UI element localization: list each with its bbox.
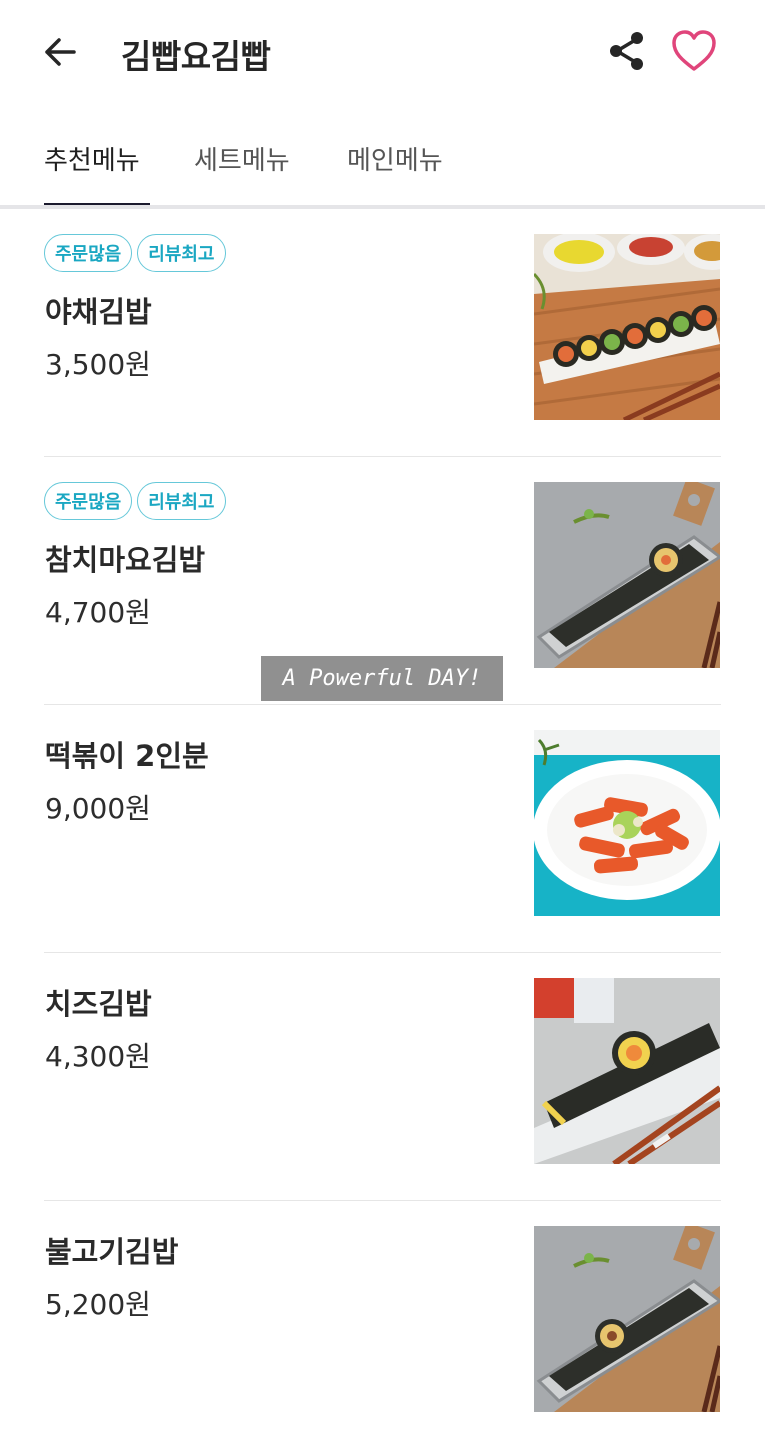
menu-item-price: 5,200원 — [45, 1288, 151, 1321]
badge-popular: 주문많음 — [44, 234, 133, 272]
back-button[interactable] — [38, 32, 82, 76]
badge-group: 주문많음 리뷰최고 — [44, 234, 226, 272]
arrow-left-icon — [43, 37, 77, 71]
menu-item-bulgogi-kimbap[interactable]: 불고기김밥 5,200원 — [0, 1201, 765, 1449]
tuna-mayo-kimbap-photo — [534, 482, 720, 668]
menu-item-name: 야채김밥 — [45, 295, 152, 329]
share-button[interactable] — [604, 30, 650, 76]
tteokbokki-photo — [534, 730, 720, 916]
heart-outline-icon — [670, 29, 718, 77]
watermark-label: A Powerful DAY! — [261, 656, 503, 701]
menu-item-price: 9,000원 — [45, 792, 151, 825]
menu-item-price: 4,700원 — [45, 596, 151, 629]
menu-item-name: 참치마요김밥 — [45, 543, 206, 577]
menu-tabs: 추천메뉴 세트메뉴 메인메뉴 — [0, 115, 765, 210]
tab-recommended[interactable]: 추천메뉴 — [44, 140, 140, 177]
tab-set-menu[interactable]: 세트메뉴 — [194, 140, 290, 177]
menu-item-name: 치즈김밥 — [45, 987, 152, 1021]
badge-popular: 주문많음 — [44, 482, 133, 520]
menu-item-tteokbokki[interactable]: 떡볶이 2인분 9,000원 — [0, 705, 765, 953]
cheese-kimbap-photo — [534, 978, 720, 1164]
page-title: 김빱요김빱 — [121, 37, 271, 76]
vegetable-kimbap-photo — [534, 234, 720, 420]
menu-item-vegetable-kimbap[interactable]: 주문많음 리뷰최고 야채김밥 3,500원 — [0, 209, 765, 457]
menu-item-name: 떡볶이 2인분 — [45, 739, 209, 773]
share-icon — [608, 31, 646, 75]
badge-group: 주문많음 리뷰최고 — [44, 482, 226, 520]
menu-item-name: 불고기김밥 — [45, 1235, 179, 1269]
favorite-button[interactable] — [668, 28, 720, 78]
menu-item-cheese-kimbap[interactable]: 치즈김밥 4,300원 — [0, 953, 765, 1201]
menu-item-price: 4,300원 — [45, 1040, 151, 1073]
tab-main-menu[interactable]: 메인메뉴 — [347, 140, 443, 177]
app-header: 김빱요김빱 — [0, 0, 765, 105]
badge-best-review: 리뷰최고 — [137, 234, 226, 272]
bulgogi-kimbap-photo — [534, 1226, 720, 1412]
menu-item-price: 3,500원 — [45, 348, 151, 381]
badge-best-review: 리뷰최고 — [137, 482, 226, 520]
